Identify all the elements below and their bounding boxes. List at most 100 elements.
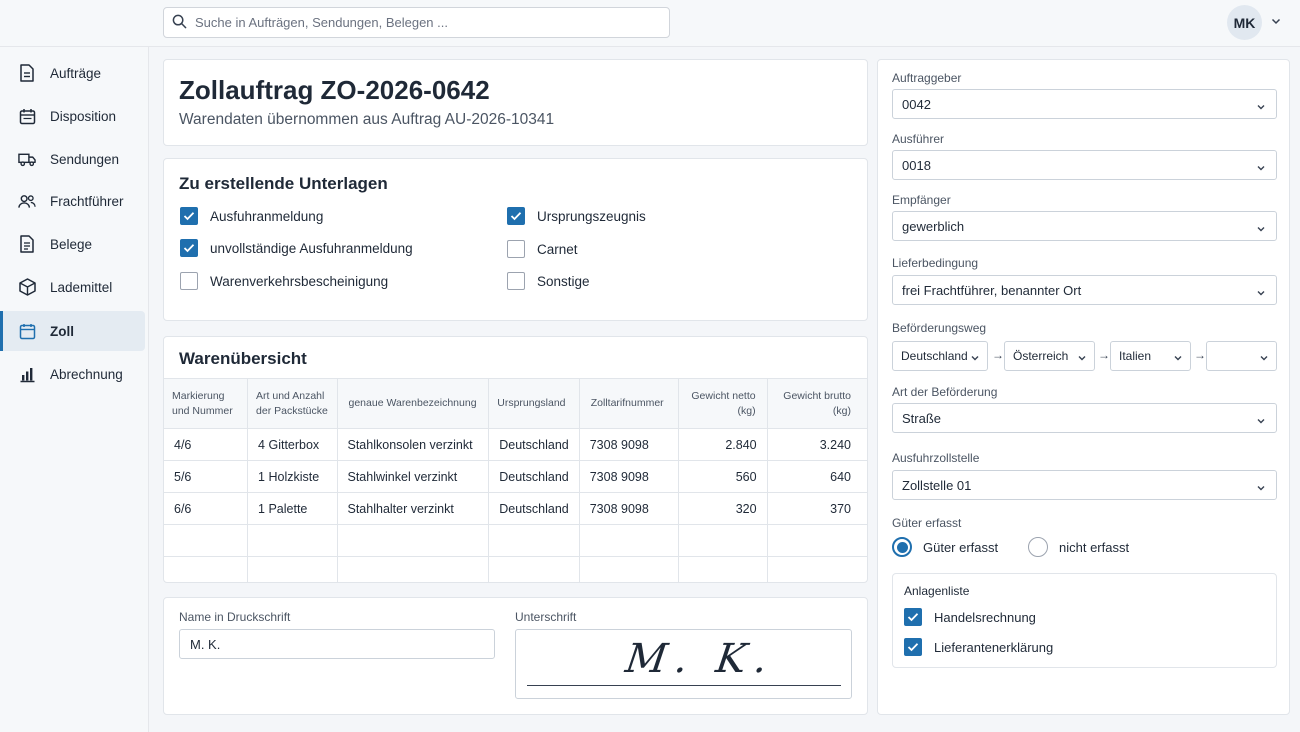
cell-ursprungsland[interactable]: Deutschland (488, 492, 580, 525)
checkbox-carnet[interactable]: Carnet (507, 240, 578, 258)
sidebar-item-frachtfuehrer[interactable]: Frachtführer (0, 181, 145, 221)
anlagen-box: Anlagenliste Handelsrechnung Lieferanten… (892, 573, 1277, 668)
radio-gueter-erfasst[interactable]: Güter erfasst (892, 537, 998, 557)
zollstelle-select[interactable]: Zollstelle 01 (892, 470, 1277, 500)
sidebar-item-disposition[interactable]: Disposition (0, 96, 145, 136)
cell-ursprungsland[interactable] (488, 556, 580, 582)
chevron-down-icon (970, 352, 980, 366)
table-row[interactable]: 6/6 1 Palette Stahlhalter verzinkt Deuts… (164, 492, 867, 525)
auftraggeber-label: Auftraggeber (892, 71, 962, 85)
radio-label: Güter erfasst (923, 539, 999, 555)
cell-gewicht-netto[interactable]: 560 (678, 460, 768, 493)
empfaenger-label: Empfänger (892, 193, 951, 207)
art-select[interactable]: Straße (892, 403, 1277, 433)
cell-gewicht-netto[interactable] (678, 556, 768, 582)
checkbox-unvollstaendige-ausfuhranmeldung[interactable]: unvollständige Ausfuhranmeldung (180, 239, 413, 257)
radio-nicht-erfasst[interactable]: nicht erfasst (1028, 537, 1129, 557)
goods-card: Warenübersicht Markierung und Nummer Art … (163, 336, 868, 583)
table-header-row: Markierung und Nummer Art und Anzahl der P… (164, 378, 867, 429)
table-row[interactable]: 4/6 4 Gitterbox Stahlkonsolen verzinkt D… (164, 428, 867, 461)
checkbox-label: Ausfuhranmeldung (210, 208, 324, 224)
checkbox-checked-icon (507, 207, 525, 225)
signature-pad[interactable]: M. K. (515, 629, 852, 699)
sidebar-item-zoll[interactable]: Zoll (0, 311, 145, 351)
route-stop-select[interactable] (1206, 341, 1277, 371)
cell-gewicht-brutto[interactable]: 3.240 (767, 428, 867, 461)
sidebar-item-label: Belege (50, 236, 93, 252)
cell-gewicht-netto[interactable]: 2.840 (678, 428, 768, 461)
checkbox-lieferantenerklaerung[interactable]: Lieferantenerklärung (904, 638, 1053, 656)
cell-packstuecke[interactable]: 4 Gitterbox (247, 428, 338, 461)
cell-gewicht-netto[interactable] (678, 524, 768, 557)
cell-packstuecke[interactable]: 1 Palette (247, 492, 338, 525)
table-row[interactable]: 5/6 1 Holzkiste Stahlwinkel verzinkt Deu… (164, 460, 867, 493)
chevron-down-icon (1256, 222, 1266, 237)
cell-markierung[interactable]: 4/6 (164, 428, 249, 461)
users-icon (18, 192, 36, 210)
checkbox-warenverkehrsbescheinigung[interactable]: Warenverkehrsbescheinigung (180, 272, 388, 290)
sidebar-item-sendungen[interactable]: Sendungen (0, 139, 145, 179)
cell-markierung[interactable] (164, 524, 249, 557)
cell-zolltarifnummer[interactable] (579, 524, 679, 557)
checkbox-checked-icon (904, 638, 922, 656)
signature-baseline (527, 685, 841, 686)
sidebar-item-belege[interactable]: Belege (0, 224, 145, 264)
select-value: Straße (902, 410, 942, 426)
select-value: Italien (1119, 349, 1152, 363)
cell-ursprungsland[interactable]: Deutschland (488, 428, 580, 461)
sidebar-item-label: Lademittel (50, 279, 113, 295)
sidebar-item-label: Abrechnung (50, 366, 123, 382)
cell-warenbezeichnung[interactable]: Stahlhalter verzinkt (337, 492, 490, 525)
sidebar-item-lademittel[interactable]: Lademittel (0, 267, 145, 307)
empfaenger-select[interactable]: gewerblich (892, 211, 1277, 241)
cell-zolltarifnummer[interactable]: 7308 9098 (579, 428, 679, 461)
cell-zolltarifnummer[interactable] (579, 556, 679, 582)
cell-warenbezeichnung[interactable]: Stahlwinkel verzinkt (337, 460, 490, 493)
ausfuehrer-label: Ausführer (892, 132, 945, 146)
search-box[interactable] (163, 7, 670, 38)
checkbox-checked-icon (180, 239, 198, 257)
ausfuehrer-select[interactable]: 0018 (892, 150, 1277, 180)
cell-markierung[interactable]: 5/6 (164, 460, 249, 493)
cell-ursprungsland[interactable]: Deutschland (488, 460, 580, 493)
sidebar: Aufträge Disposition Sendungen Frachtfüh… (0, 47, 149, 732)
cell-warenbezeichnung[interactable] (337, 524, 490, 557)
route-stop-select[interactable]: Deutschland (892, 341, 988, 371)
cell-markierung[interactable]: 6/6 (164, 492, 249, 525)
cell-packstuecke[interactable] (247, 524, 338, 557)
cell-packstuecke[interactable]: 1 Holzkiste (247, 460, 338, 493)
table-row-empty[interactable] (164, 556, 867, 583)
cell-gewicht-brutto[interactable] (767, 524, 867, 557)
sidebar-item-auftraege[interactable]: Aufträge (0, 53, 145, 93)
column-header-zolltarifnummer: Zolltarifnummer (579, 378, 679, 429)
name-input[interactable]: M. K. (179, 629, 495, 659)
cell-gewicht-brutto[interactable]: 370 (767, 492, 867, 525)
cell-gewicht-netto[interactable]: 320 (678, 492, 768, 525)
name-label: Name in Druckschrift (179, 610, 291, 624)
cell-markierung[interactable] (164, 556, 249, 582)
search-input[interactable] (195, 15, 635, 30)
cell-zolltarifnummer[interactable]: 7308 9098 (579, 460, 679, 493)
user-menu-chevron-icon[interactable] (1270, 15, 1282, 30)
cell-ursprungsland[interactable] (488, 524, 580, 557)
cell-gewicht-brutto[interactable] (767, 557, 867, 583)
cell-packstuecke[interactable] (247, 556, 338, 582)
cell-gewicht-brutto[interactable]: 640 (767, 460, 867, 493)
cell-warenbezeichnung[interactable]: Stahlkonsolen verzinkt (337, 428, 490, 461)
signature-card: Name in Druckschrift M. K. Unterschrift … (163, 597, 868, 715)
lieferbedingung-select[interactable]: frei Frachtführer, benannter Ort (892, 275, 1277, 305)
chevron-down-icon (1173, 352, 1183, 366)
checkbox-unchecked-icon (507, 240, 525, 258)
checkbox-handelsrechnung[interactable]: Handelsrechnung (904, 608, 1036, 626)
route-stop-select[interactable]: Italien (1110, 341, 1191, 371)
table-row-empty[interactable] (164, 524, 867, 557)
auftraggeber-select[interactable]: 0042 (892, 89, 1277, 119)
route-stop-select[interactable]: Österreich (1004, 341, 1095, 371)
sidebar-item-abrechnung[interactable]: Abrechnung (0, 354, 145, 394)
user-avatar[interactable]: MK (1227, 5, 1262, 40)
cell-warenbezeichnung[interactable] (337, 556, 490, 582)
checkbox-ursprungszeugnis[interactable]: Ursprungszeugnis (507, 207, 646, 225)
checkbox-ausfuhranmeldung[interactable]: Ausfuhranmeldung (180, 207, 323, 225)
cell-zolltarifnummer[interactable]: 7308 9098 (579, 492, 679, 525)
checkbox-sonstige[interactable]: Sonstige (507, 272, 590, 290)
